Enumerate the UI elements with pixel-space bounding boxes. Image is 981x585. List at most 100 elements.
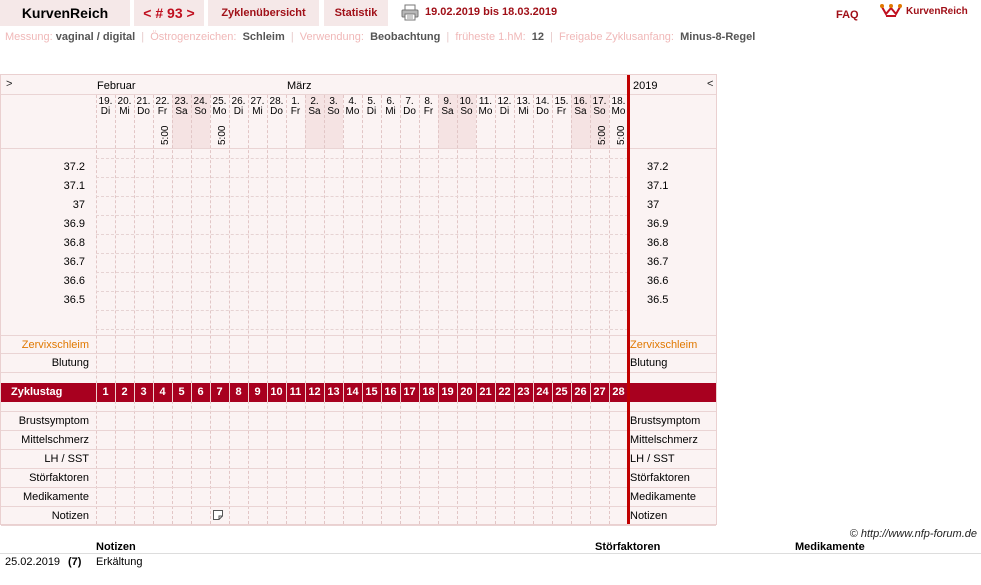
- temperature-gridline: [96, 310, 628, 311]
- cycle-day-divider: [134, 383, 135, 402]
- cycle-day-number[interactable]: 20: [457, 386, 476, 398]
- temperature-label-right: 36.5: [647, 294, 669, 306]
- separator: |: [290, 31, 294, 43]
- separator: |: [446, 31, 450, 43]
- symptom-row-label-right: Medikamente: [630, 491, 697, 503]
- cycle-day-number[interactable]: 27: [590, 386, 609, 398]
- cycle-day-number[interactable]: 7: [210, 386, 229, 398]
- tab-cycle-overview[interactable]: Zyklenübersicht: [208, 0, 319, 26]
- estrogen-value: Schleim: [242, 31, 285, 43]
- symptom-row-label: Medikamente: [22, 491, 89, 503]
- cycle-day-label: Zyklustag: [11, 386, 63, 398]
- cycle-day-number[interactable]: 14: [343, 386, 362, 398]
- temperature-gridline: [96, 177, 628, 178]
- month-label-march: März: [287, 80, 312, 92]
- cycle-day-divider: [514, 383, 515, 402]
- symptom-row-label: Brustsymptom: [18, 415, 89, 427]
- top-bar: KurvenReich < # 93 > Zyklenübersicht Sta…: [0, 0, 981, 26]
- cycle-day-number[interactable]: 22: [495, 386, 514, 398]
- cycle-day-number[interactable]: 8: [229, 386, 248, 398]
- notes-column-header: Notizen: [96, 541, 136, 553]
- crown-logo-icon[interactable]: [880, 2, 902, 20]
- cycle-day-number[interactable]: 26: [571, 386, 590, 398]
- logo-text[interactable]: KurvenReich: [906, 6, 968, 17]
- cycle-navigator[interactable]: < # 93 >: [134, 0, 204, 26]
- month-label-february: Februar: [97, 80, 136, 92]
- release-value: Minus-8-Regel: [680, 31, 756, 43]
- temperature-label: 36.8: [63, 237, 85, 249]
- temperature-label: 36.6: [63, 275, 85, 287]
- note-entry-cycle-day: (7): [68, 556, 82, 568]
- note-icon[interactable]: [213, 510, 223, 520]
- row-label-zervixschleim: Zervixschleim: [21, 339, 89, 351]
- temperature-label: 36.5: [63, 294, 85, 306]
- cycle-day-divider: [267, 383, 268, 402]
- cycle-day-number[interactable]: 13: [324, 386, 343, 398]
- temperature-gridline: [96, 234, 628, 235]
- release-label: Freigabe Zyklusanfang:: [559, 31, 674, 43]
- month-row: > Februar März 2019 <: [1, 75, 716, 95]
- tab-statistics[interactable]: Statistik: [324, 0, 388, 26]
- temperature-gridline: [96, 253, 628, 254]
- symptom-row-label-right: Notizen: [630, 510, 668, 522]
- temperature-label-right: 37.2: [647, 161, 669, 173]
- usage-value: Beobachtung: [370, 31, 441, 43]
- cycle-day-divider: [438, 383, 439, 402]
- cycle-chart: > Februar März 2019 < 19. Di 20. Mi 21. Do 22.…: [0, 74, 717, 526]
- cycle-day-divider: [457, 383, 458, 402]
- cycle-day-number[interactable]: 3: [134, 386, 153, 398]
- symptom-row-label: Störfaktoren: [29, 472, 89, 484]
- temperature-label: 36.9: [63, 218, 85, 230]
- cycle-day-number[interactable]: 15: [362, 386, 381, 398]
- cycle-day-number[interactable]: 17: [400, 386, 419, 398]
- cycle-day-divider: [210, 383, 211, 402]
- cycle-day-number[interactable]: 4: [153, 386, 172, 398]
- faq-link[interactable]: FAQ: [836, 9, 859, 21]
- temperature-label: 37.1: [63, 180, 85, 192]
- estrogen-label: Östrogenzeichen:: [150, 31, 237, 43]
- brand-title[interactable]: KurvenReich: [0, 0, 130, 26]
- nav-next-arrow[interactable]: <: [707, 78, 713, 90]
- cycle-day-number[interactable]: 24: [533, 386, 552, 398]
- cycle-day-number[interactable]: 2: [115, 386, 134, 398]
- earliest-value: 12: [531, 31, 545, 43]
- cycle-day-divider: [362, 383, 363, 402]
- symptom-row: Notizen Notizen: [1, 507, 716, 526]
- cycle-day-number[interactable]: 23: [514, 386, 533, 398]
- copyright[interactable]: © http://www.nfp-forum.de: [850, 528, 977, 540]
- cycle-day-number[interactable]: 11: [286, 386, 305, 398]
- nav-previous-arrow[interactable]: >: [6, 78, 12, 90]
- cycle-day-divider: [533, 383, 534, 402]
- cycle-day-number[interactable]: 16: [381, 386, 400, 398]
- row-label-blutung: Blutung: [51, 357, 89, 369]
- cycle-end-marker: [627, 75, 630, 524]
- cycle-day-number[interactable]: 10: [267, 386, 286, 398]
- row-label-blutung-right: Blutung: [630, 357, 668, 369]
- cycle-day-number[interactable]: 18: [419, 386, 438, 398]
- cycle-day-number[interactable]: 6: [191, 386, 210, 398]
- symptom-row: LH / SST LH / SST: [1, 450, 716, 469]
- date-range: 19.02.2019 bis 18.03.2019: [425, 6, 558, 18]
- earliest-label: früheste 1.hM:: [455, 31, 526, 43]
- cycle-day-number[interactable]: 9: [248, 386, 267, 398]
- cycle-day-divider: [419, 383, 420, 402]
- symptom-row: Brustsymptom Brustsymptom: [1, 412, 716, 431]
- separator: |: [550, 31, 553, 43]
- symptom-row-label-right: LH / SST: [630, 453, 675, 465]
- cycle-day-number[interactable]: 21: [476, 386, 495, 398]
- cycle-day-number[interactable]: 19: [438, 386, 457, 398]
- cycle-day-number[interactable]: 1: [96, 386, 115, 398]
- printer-icon[interactable]: [401, 4, 419, 21]
- cycle-day-number[interactable]: 5: [172, 386, 191, 398]
- cycle-day-number[interactable]: 12: [305, 386, 324, 398]
- row-spacer: [1, 402, 716, 412]
- cycle-day-divider: [609, 383, 610, 402]
- temperature-label-right: 36.8: [647, 237, 669, 249]
- cycle-day-number[interactable]: 28: [609, 386, 628, 398]
- symptom-row: Mittelschmerz Mittelschmerz: [1, 431, 716, 450]
- temperature-label: 37.2: [63, 161, 85, 173]
- symptom-row-label: LH / SST: [44, 453, 89, 465]
- cycle-day-divider: [96, 383, 97, 402]
- cycle-day-number[interactable]: 25: [552, 386, 571, 398]
- cycle-day-row: Zyklustag 1 2 3 4 5 6 7 8 9 10 11 12 13 14 15 16 17 18 19 2…: [1, 383, 716, 402]
